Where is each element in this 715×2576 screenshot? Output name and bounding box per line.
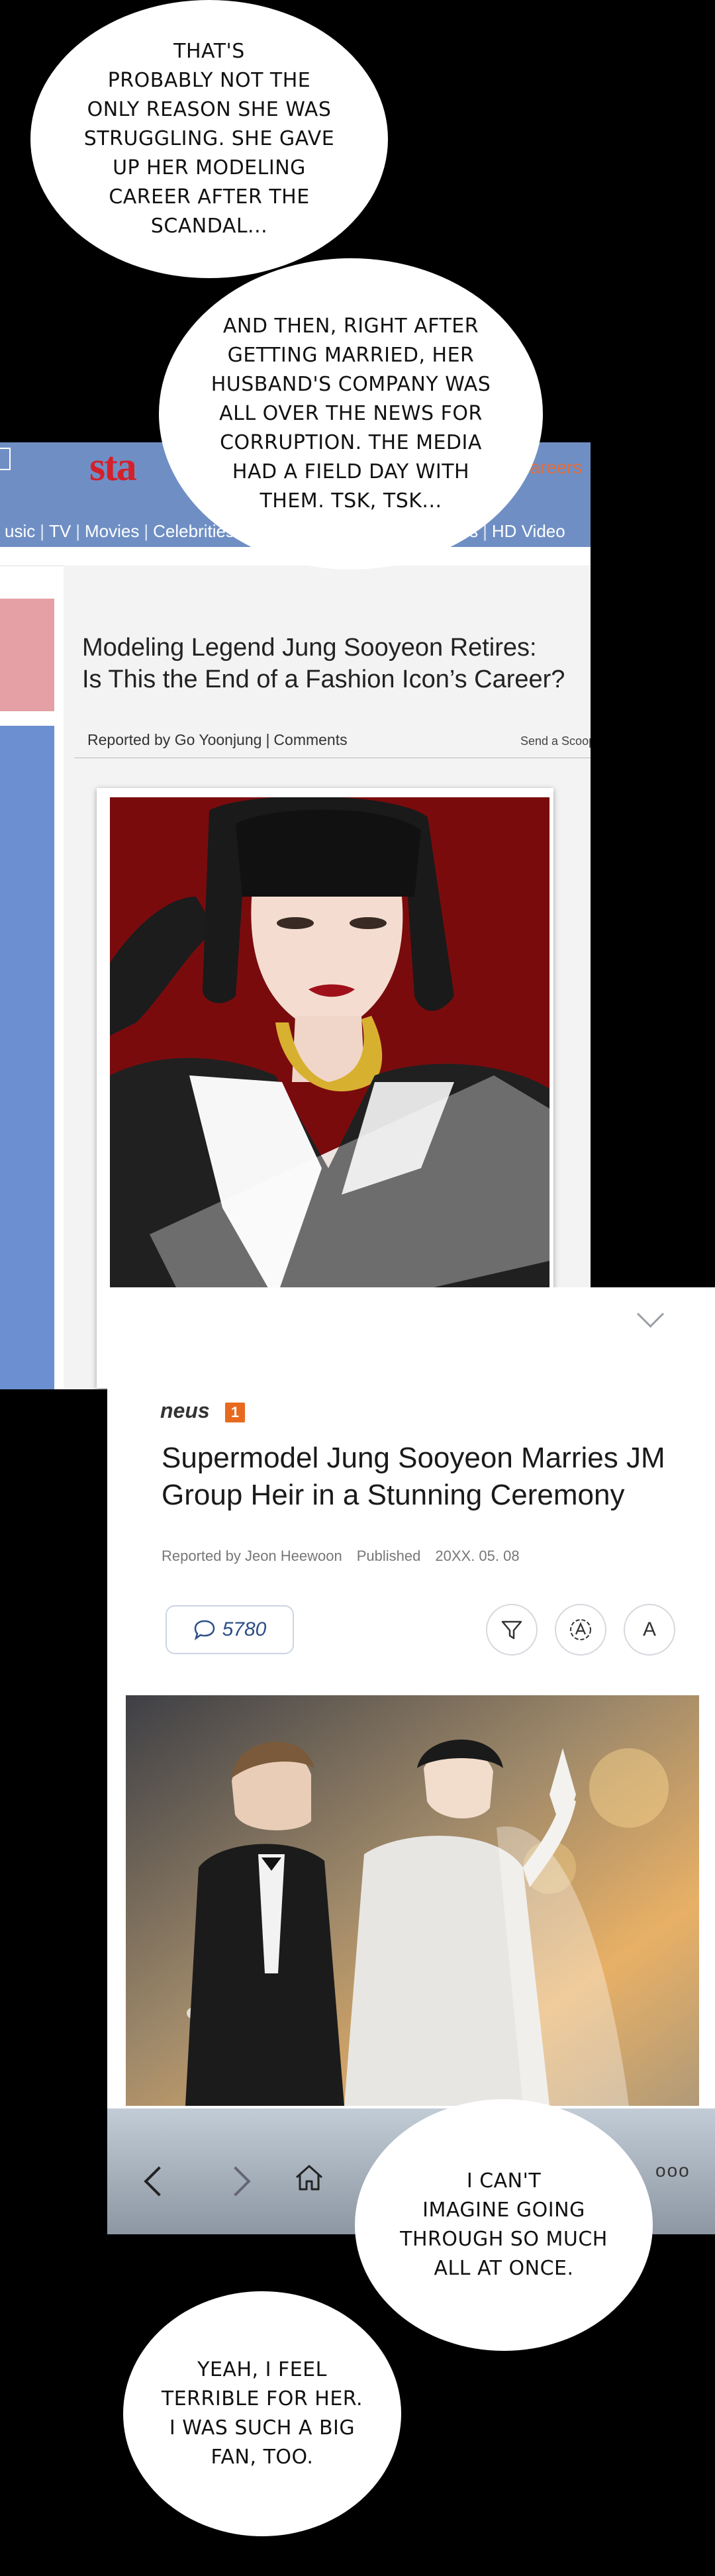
news-article-2: neus 1 Supermodel Jung Sooyeon Marries J… <box>107 1287 715 2234</box>
translate-button[interactable] <box>555 1604 606 1656</box>
send-scoop-link[interactable]: Send a Scoop <box>520 734 591 748</box>
side-banner-blue[interactable] <box>0 726 54 1389</box>
side-banner-pink[interactable] <box>0 599 54 711</box>
brand-badge: 1 <box>225 1403 245 1422</box>
headline-line-1: Modeling Legend Jung Sooyeon Retires: <box>82 634 537 662</box>
filter-button[interactable] <box>486 1604 538 1656</box>
headline-line-2: Is This the End of a Fashion Icon’s Care… <box>82 666 565 693</box>
app-header <box>107 1287 715 1358</box>
menu-icon[interactable] <box>0 448 11 470</box>
published-date: 20XX. 05. 08 <box>435 1548 520 1564</box>
comment-icon <box>194 1620 215 1640</box>
speech-text-1: THAT'S PROBABLY NOT THE ONLY REASON SHE … <box>83 40 335 238</box>
font-size-button[interactable]: A <box>624 1604 675 1656</box>
site-logo[interactable]: sta <box>89 444 137 491</box>
speech-bubble-3: I CAN'T IMAGINE GOING THROUGH SO MUCH AL… <box>355 2099 653 2351</box>
article-headline: Modeling Legend Jung Sooyeon Retires: Is… <box>82 632 585 695</box>
speech-text-3: I CAN'T IMAGINE GOING THROUGH SO MUCH AL… <box>400 2169 608 2280</box>
reporter-name: Reported by Jeon Heewoon <box>162 1548 342 1564</box>
filter-icon <box>501 1620 522 1640</box>
nav-item-hd-video[interactable]: HD Video <box>487 515 570 547</box>
speech-bubble-1: THAT'S PROBABLY NOT THE ONLY REASON SHE … <box>30 0 388 278</box>
wedding-photo-image <box>126 1695 699 2106</box>
byline: Reported by Go Yoonjung | Comments <box>87 731 348 748</box>
comment-count: 5780 <box>222 1618 267 1640</box>
headline-line-2: Group Heir in a Stunning Ceremony <box>162 1479 625 1511</box>
published-label: Published <box>356 1548 421 1564</box>
comments-button[interactable]: 5780 <box>166 1605 294 1654</box>
news-brand-logo: neus <box>160 1399 210 1422</box>
home-icon[interactable] <box>294 2163 324 2195</box>
article-headline: Supermodel Jung Sooyeon Marries JM Group… <box>162 1440 711 1514</box>
headline-line-1: Supermodel Jung Sooyeon Marries JM <box>162 1442 665 1474</box>
byline: Reported by Jeon Heewoon Published 20XX. 0… <box>162 1548 534 1565</box>
news-article-1: sta areers usic|TV|Movies|Celebrities am… <box>0 442 591 1389</box>
translate-icon <box>570 1619 591 1640</box>
speech-bubble-4: YEAH, I FEEL TERRIBLE FOR HER. I WAS SUC… <box>123 2291 401 2536</box>
speech-text-4: YEAH, I FEEL TERRIBLE FOR HER. I WAS SUC… <box>161 2358 363 2469</box>
careers-link[interactable]: areers <box>530 457 582 478</box>
comments-link[interactable]: Comments <box>273 731 347 748</box>
nav-item-music[interactable]: usic <box>0 515 40 547</box>
reporter-name: Reported by Go Yoonjung <box>87 731 262 748</box>
nav-item-tv[interactable]: TV <box>44 515 75 547</box>
nav-item-movies[interactable]: Movies <box>80 515 144 547</box>
more-options-icon[interactable]: ooo <box>655 2160 691 2181</box>
speech-text-2: AND THEN, RIGHT AFTER GETTING MARRIED, H… <box>211 315 491 513</box>
speech-bubble-2: AND THEN, RIGHT AFTER GETTING MARRIED, H… <box>159 258 543 570</box>
